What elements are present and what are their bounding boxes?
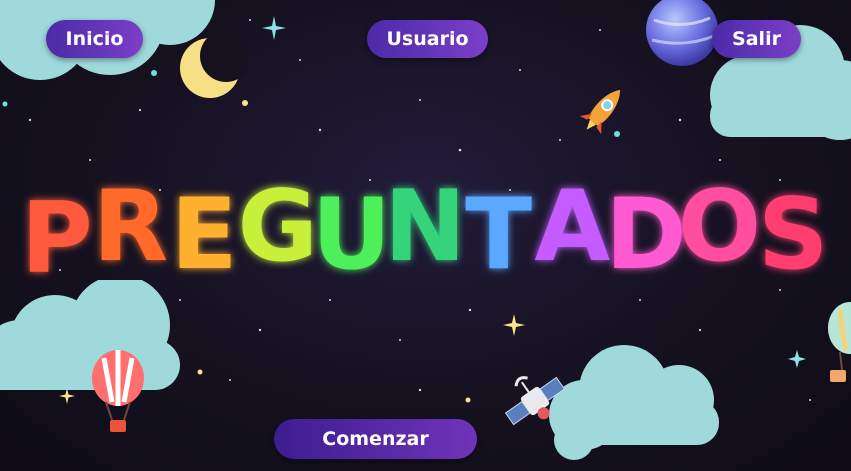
- sparkle-icon: [59, 388, 75, 404]
- title-letter: R: [93, 176, 168, 284]
- title-letter: O: [678, 176, 761, 284]
- satellite-icon: [504, 376, 566, 426]
- cloud-icon: [549, 345, 719, 460]
- sparkle-icon: [503, 314, 525, 336]
- start-button[interactable]: Comenzar: [274, 419, 477, 459]
- user-button[interactable]: Usuario: [367, 20, 488, 58]
- title-letter: G: [238, 176, 318, 284]
- hot-air-balloon-icon: [828, 302, 851, 382]
- title-letter: T: [465, 178, 532, 286]
- title-letter: A: [534, 176, 610, 284]
- rocket-icon: [579, 89, 621, 135]
- exit-button[interactable]: Salir: [712, 20, 801, 58]
- sparkle-icon: [262, 16, 286, 40]
- title-letter: S: [758, 178, 829, 286]
- sparkle-icon: [788, 350, 806, 368]
- title-letter: E: [171, 178, 238, 286]
- game-title: P R E GUN T ADOS: [21, 176, 829, 286]
- game-home-screen: PREGUNTADOS Inicio Usuario Salir Comenza…: [0, 0, 851, 471]
- moon-icon: [180, 34, 248, 98]
- title-letter: U: [312, 178, 392, 286]
- title-letter: P: [21, 182, 93, 286]
- title-letter: N: [384, 176, 466, 284]
- home-button[interactable]: Inicio: [46, 20, 143, 58]
- hot-air-balloon-icon: [92, 350, 144, 432]
- title-letter: D: [605, 178, 686, 286]
